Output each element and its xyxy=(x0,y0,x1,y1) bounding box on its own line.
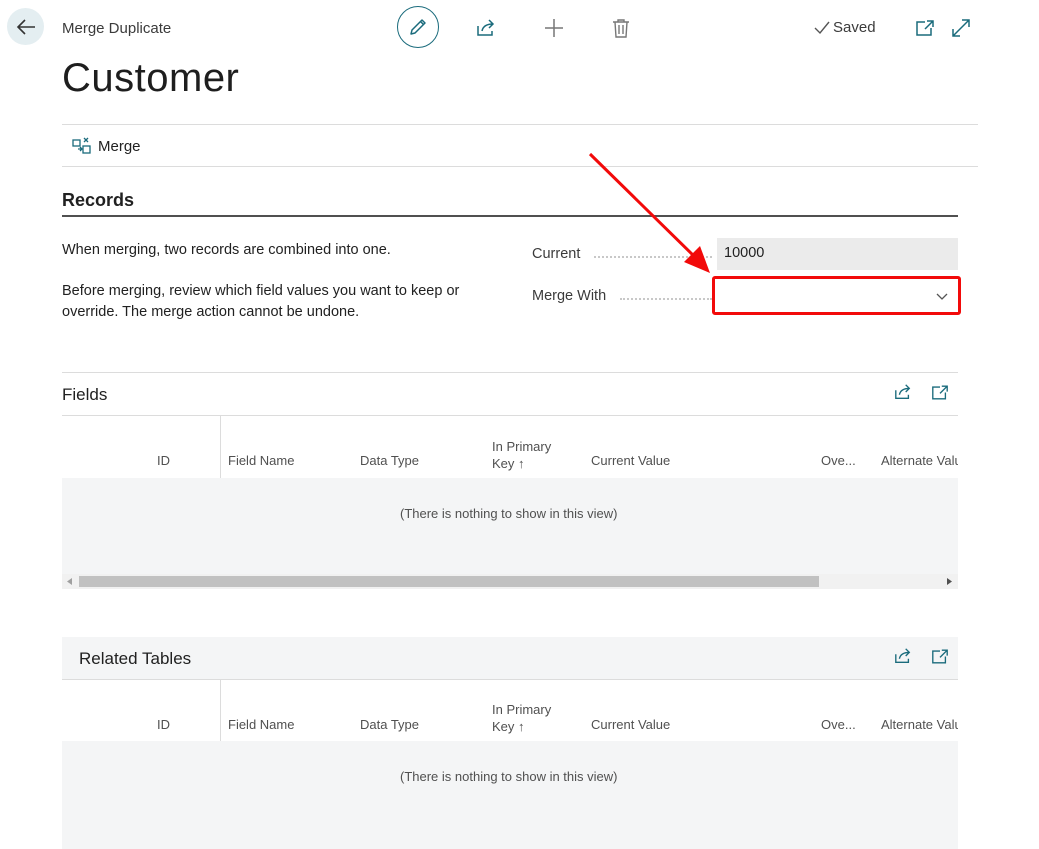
related-col-key[interactable]: Key ↑ xyxy=(492,719,525,734)
merge-action-label: Merge xyxy=(98,137,141,155)
related-grid-body: (There is nothing to show in this view) xyxy=(62,741,958,849)
saved-status: Saved xyxy=(814,19,876,36)
share-button[interactable] xyxy=(466,8,506,48)
fields-horizontal-scrollbar[interactable] xyxy=(62,574,958,589)
action-bar: Merge xyxy=(62,124,978,167)
fields-grid-body: (There is nothing to show in this view) xyxy=(62,478,958,574)
pencil-icon xyxy=(410,19,426,35)
checkmark-icon xyxy=(814,21,830,34)
plus-icon xyxy=(545,19,563,37)
merge-with-leader-dots xyxy=(620,298,712,300)
related-column-separator xyxy=(220,680,221,741)
fields-col-alternate-value[interactable]: Alternate Valu xyxy=(881,453,958,468)
scrollbar-thumb[interactable] xyxy=(79,576,819,587)
related-part-title: Related Tables xyxy=(79,649,192,668)
fields-col-in-primary[interactable]: In Primary xyxy=(492,439,551,454)
edit-button[interactable] xyxy=(397,6,439,48)
fields-col-key-label: Key xyxy=(492,456,515,471)
fields-col-current-value[interactable]: Current Value xyxy=(591,453,670,468)
fields-empty-message: (There is nothing to show in this view) xyxy=(400,506,618,521)
related-col-field-name[interactable]: Field Name xyxy=(228,717,294,732)
merge-icon xyxy=(72,137,91,154)
sort-ascending-icon: ↑ xyxy=(518,719,525,734)
related-header-divider xyxy=(62,679,958,680)
current-value-field: 10000 xyxy=(717,238,958,270)
fields-column-separator xyxy=(220,416,221,478)
related-col-key-label: Key xyxy=(492,719,515,734)
related-share-button[interactable] xyxy=(893,647,913,670)
fields-share-button[interactable] xyxy=(893,383,913,406)
red-arrow-annotation xyxy=(588,152,710,273)
fields-col-data-type[interactable]: Data Type xyxy=(360,453,419,468)
sort-ascending-icon: ↑ xyxy=(518,456,525,471)
open-in-new-window-icon xyxy=(932,385,948,400)
fields-header-divider xyxy=(62,415,958,416)
merge-description-2: Before merging, review which field value… xyxy=(62,283,460,320)
arrow-left-icon xyxy=(16,18,35,35)
share-icon xyxy=(895,384,911,399)
fields-col-field-name[interactable]: Field Name xyxy=(228,453,294,468)
records-divider xyxy=(62,215,958,217)
scroll-right-icon[interactable] xyxy=(947,578,953,585)
current-label: Current xyxy=(532,246,581,262)
related-col-data-type[interactable]: Data Type xyxy=(360,717,419,732)
delete-button[interactable] xyxy=(601,8,641,48)
fields-col-override[interactable]: Ove... xyxy=(821,453,856,468)
expand-button[interactable] xyxy=(941,8,981,48)
fields-col-key[interactable]: Key ↑ xyxy=(492,456,525,471)
scroll-left-icon[interactable] xyxy=(67,578,73,585)
records-section-title: Records xyxy=(62,190,135,210)
related-col-id[interactable]: ID xyxy=(157,717,170,732)
fields-col-id[interactable]: ID xyxy=(157,453,170,468)
fields-part-title: Fields xyxy=(62,385,108,404)
related-col-in-primary[interactable]: In Primary xyxy=(492,702,551,717)
merge-action-button[interactable]: Merge xyxy=(72,137,141,155)
breadcrumb: Merge Duplicate xyxy=(62,20,172,37)
related-col-alternate-value[interactable]: Alternate Valu xyxy=(881,717,958,732)
related-col-override[interactable]: Ove... xyxy=(821,717,856,732)
expand-icon xyxy=(952,19,970,37)
trash-icon xyxy=(613,19,629,38)
related-header-band xyxy=(62,637,958,680)
open-in-new-window-icon xyxy=(916,20,934,36)
open-new-window-button[interactable] xyxy=(905,8,945,48)
fields-expand-button[interactable] xyxy=(931,384,949,406)
back-button[interactable] xyxy=(7,8,44,45)
share-icon xyxy=(477,19,495,36)
fields-top-divider xyxy=(62,372,958,373)
new-button[interactable] xyxy=(534,8,574,48)
related-empty-message: (There is nothing to show in this view) xyxy=(400,769,618,784)
page-title: Customer xyxy=(62,56,240,100)
saved-label: Saved xyxy=(833,19,876,36)
share-icon xyxy=(895,648,911,663)
highlight-box xyxy=(712,276,961,315)
open-in-new-window-icon xyxy=(932,649,948,664)
merge-description-1: When merging, two records are combined i… xyxy=(62,242,391,258)
related-col-current-value[interactable]: Current Value xyxy=(591,717,670,732)
related-expand-button[interactable] xyxy=(931,648,949,670)
merge-with-label: Merge With xyxy=(532,288,607,304)
